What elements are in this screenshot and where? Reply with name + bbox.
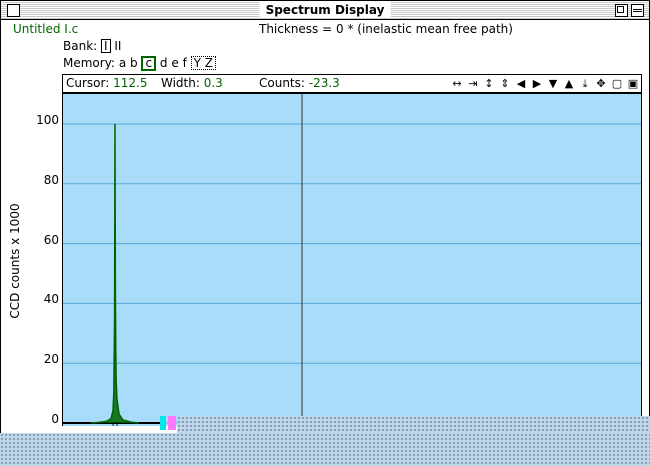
width-readout: Width: 0.3 (161, 76, 223, 91)
zoom-box-icon[interactable] (615, 4, 628, 17)
camera-icon[interactable]: ▣ (625, 75, 641, 92)
memory-slot-f[interactable]: f (183, 56, 187, 70)
arrow-left-icon[interactable]: ◀ (513, 75, 529, 92)
cursor-label: Cursor: (66, 76, 110, 90)
memory-slot-z-label[interactable]: Z (205, 56, 213, 70)
arrow-up-icon[interactable]: ▲ (561, 75, 577, 92)
bank-label: Bank: (63, 39, 98, 53)
y-tick-80: 80 (43, 172, 59, 187)
cursor-status-bar: Cursor: 112.5 Width: 0.3 Counts: -23.3 ↔… (62, 74, 642, 94)
memory-row: Memory: a b c d e f Y Z (63, 56, 217, 71)
cyan-marker (160, 416, 166, 430)
spectrum-display-window: Spectrum Display Untitled I.c Thickness … (0, 0, 650, 466)
memory-slot-e[interactable]: e (171, 56, 178, 70)
center-icon[interactable]: ✥ (593, 75, 609, 92)
cursor-readout: Cursor: 112.5 (66, 76, 147, 91)
y-tick-60: 60 (43, 232, 59, 247)
y-tick-100: 100 (36, 113, 59, 127)
spectrum-line (90, 123, 140, 424)
memory-label: Memory: (63, 56, 115, 70)
y-axis-label: CCD counts x 1000 (8, 203, 22, 319)
collapse-box-icon[interactable] (631, 4, 644, 17)
width-value: 0.3 (203, 76, 223, 90)
cursor-value: 112.5 (113, 76, 148, 90)
memory-slot-b[interactable]: b (130, 56, 138, 70)
counts-value: -23.3 (308, 76, 340, 90)
title-bar[interactable]: Spectrum Display (1, 1, 649, 20)
arrow-down-icon[interactable]: ▼ (545, 75, 561, 92)
spectrum-plot-svg: 0 (63, 94, 641, 426)
expand-horizontal-icon[interactable]: ↔ (449, 75, 465, 92)
window-title: Spectrum Display (259, 2, 391, 18)
memory-slot-y[interactable]: Y Z (190, 56, 217, 70)
desktop-background-lower (0, 433, 650, 466)
spectrum-plot[interactable]: 0 (62, 94, 642, 426)
y-tick-0: 0 (51, 412, 59, 426)
bank-option-ii[interactable]: II (114, 39, 121, 53)
memory-slot-c[interactable]: c (141, 56, 157, 71)
x-tick-label: 0 (112, 421, 118, 426)
arrow-down-zero-icon[interactable]: ⤓ (577, 75, 593, 92)
counts-label: Counts: (259, 76, 305, 90)
y-tick-40: 40 (43, 292, 59, 307)
toolbar: ↔ ⇥ ↕ ⇕ ◀ ▶ ▼ ▲ ⤓ ✥ ▢ ▣ (449, 75, 641, 92)
close-box-icon[interactable] (7, 4, 20, 17)
y-tick-20: 20 (43, 352, 59, 367)
compress-horizontal-icon[interactable]: ⇥ (465, 75, 481, 92)
memory-slot-y-label: Y (193, 56, 201, 70)
compress-vertical-icon[interactable]: ⇕ (497, 75, 513, 92)
counts-readout: Counts: -23.3 (259, 76, 340, 91)
memory-slot-d[interactable]: d (160, 56, 168, 70)
memory-slot-a[interactable]: a (119, 56, 126, 70)
thickness-label: Thickness = 0 * (inelastic mean free pat… (259, 22, 513, 36)
bank-option-i[interactable]: I (101, 39, 111, 53)
width-label: Width: (161, 76, 200, 90)
magenta-marker (168, 416, 176, 430)
bank-row: Bank: I II (63, 39, 121, 54)
window-icon[interactable]: ▢ (609, 75, 625, 92)
expand-vertical-icon[interactable]: ↕ (481, 75, 497, 92)
file-name: Untitled I.c (13, 22, 79, 36)
arrow-right-icon[interactable]: ▶ (529, 75, 545, 92)
